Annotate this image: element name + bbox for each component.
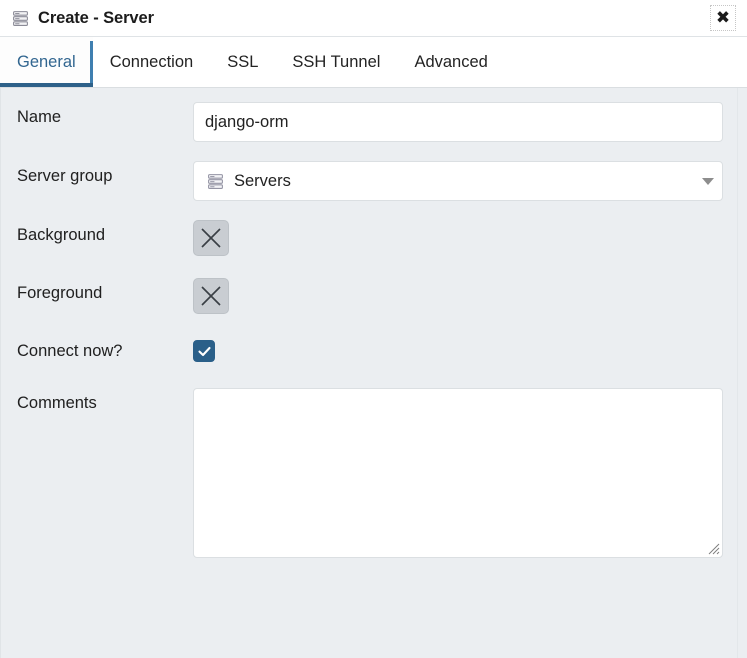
close-x-icon [201,228,221,248]
field-row-background: Background [1,220,747,256]
server-stack-icon [207,173,224,190]
comments-label: Comments [17,394,97,412]
field-row-server-group: Server group Servers [1,161,747,201]
tab-connection[interactable]: Connection [93,37,210,87]
connect-now-checkbox[interactable] [193,340,215,362]
comments-textarea[interactable] [194,389,722,557]
tab-ssl-label: SSL [227,52,259,71]
server-group-select[interactable]: Servers [193,161,723,201]
server-group-selected-value-group: Servers [207,172,291,191]
name-label: Name [17,108,62,126]
foreground-color-swatch-button[interactable] [193,278,229,314]
dialog-title: Create - Server [38,8,154,27]
connect-now-label: Connect now? [17,342,123,360]
comments-control-area [193,388,723,558]
field-row-comments: Comments [1,388,747,558]
connect-now-control-area [193,336,723,362]
field-row-name: Name [1,102,747,142]
tab-ssh-tunnel[interactable]: SSH Tunnel [275,37,397,87]
name-input[interactable] [193,102,723,142]
panel-right-edge [737,88,747,658]
titlebar-left-group: Create - Server [12,10,154,27]
tab-advanced-label: Advanced [414,52,488,71]
general-tab-panel: Name Server group [0,88,747,658]
foreground-control-area [193,278,723,314]
tab-ssl[interactable]: SSL [210,37,275,87]
close-icon: ✖ [715,7,731,28]
background-label: Background [17,226,106,244]
comments-textarea-wrapper[interactable] [193,388,723,558]
tab-connection-label: Connection [109,52,194,71]
field-row-connect-now: Connect now? [1,336,747,362]
create-server-dialog: Create - Server ✖ General Connection SSL… [0,0,747,658]
background-control-area [193,220,723,256]
server-group-label: Server group [17,167,113,185]
background-color-swatch-button[interactable] [193,220,229,256]
tab-advanced[interactable]: Advanced [397,37,504,87]
dialog-titlebar: Create - Server ✖ [0,0,747,37]
tab-general[interactable]: General [0,37,93,87]
server-group-control-area: Servers [193,161,723,201]
server-group-value: Servers [234,171,291,190]
close-x-icon [201,286,221,306]
close-button[interactable]: ✖ [710,5,736,31]
tab-bar: General Connection SSL SSH Tunnel Advanc… [0,37,747,88]
field-row-foreground: Foreground [1,278,747,314]
name-control-area [193,102,723,142]
tab-general-label: General [17,52,76,71]
check-icon [197,346,211,356]
chevron-down-icon [702,177,714,185]
tab-ssh-tunnel-label: SSH Tunnel [292,52,381,71]
server-stack-icon [12,10,29,27]
foreground-label: Foreground [17,284,103,302]
